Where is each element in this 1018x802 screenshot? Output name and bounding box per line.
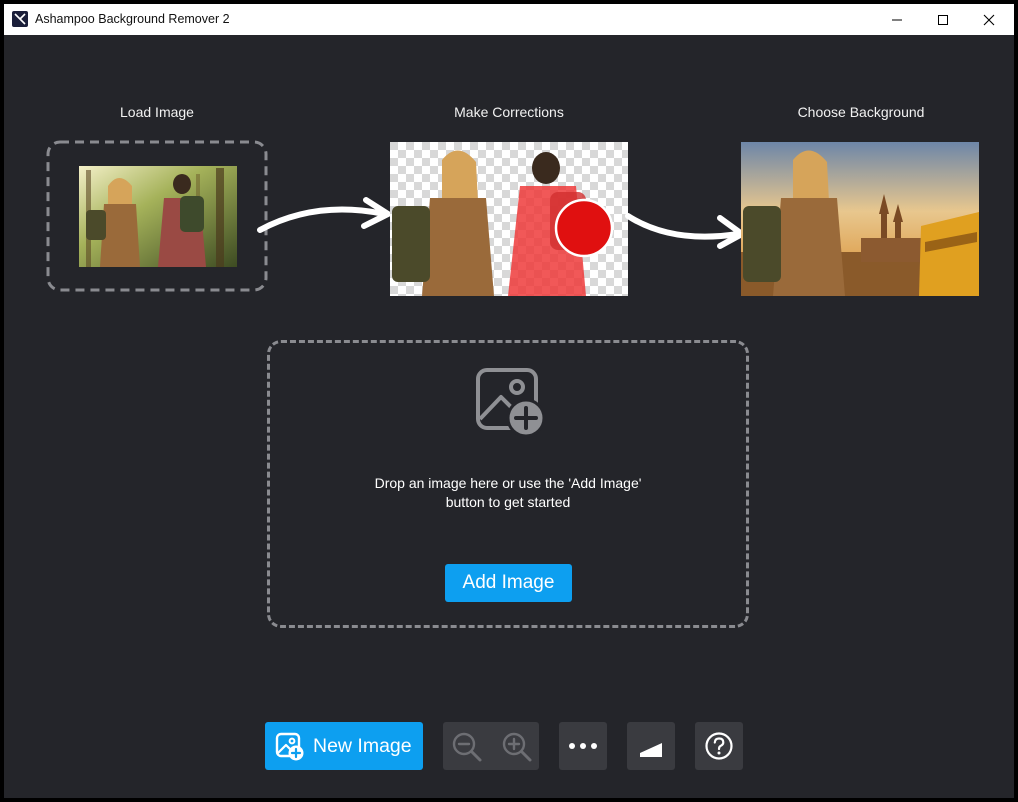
maximize-button[interactable]: [920, 4, 966, 35]
dropzone-text-line-1: Drop an image here or use the 'Add Image…: [374, 475, 642, 491]
help-button[interactable]: [695, 722, 743, 770]
step-label-choose-background: Choose Background: [797, 104, 925, 120]
step-label-load-image: Load Image: [120, 104, 194, 120]
window-title: Ashampoo Background Remover 2: [35, 12, 230, 26]
zoom-controls: [443, 722, 539, 770]
compare-icon: [640, 735, 662, 757]
step-label-make-corrections: Make Corrections: [454, 104, 564, 120]
maximize-icon: [938, 14, 948, 25]
close-icon: [983, 14, 995, 25]
dropzone-text-line-2: button to get started: [445, 494, 571, 510]
close-button[interactable]: [966, 4, 1012, 35]
minimize-icon: [892, 19, 902, 20]
new-image-button[interactable]: New Image: [265, 722, 423, 770]
step-arrow-2: [625, 213, 745, 249]
more-options-button[interactable]: [559, 722, 607, 770]
new-image-label: New Image: [313, 735, 412, 757]
image-add-icon: [476, 368, 546, 438]
image-add-icon: [275, 732, 304, 761]
compare-view-button[interactable]: [627, 722, 675, 770]
make-corrections-illustration: [390, 142, 628, 296]
app-window: Ashampoo Background Remover 2 Load Image…: [4, 4, 1014, 798]
dropzone-instructions: Drop an image here or use the 'Add Image…: [270, 474, 746, 512]
image-drop-zone[interactable]: Drop an image here or use the 'Add Image…: [267, 340, 749, 628]
minimize-button[interactable]: [874, 4, 920, 35]
zoom-in-icon[interactable]: [501, 731, 533, 763]
title-bar: Ashampoo Background Remover 2: [4, 4, 1014, 35]
more-dots-icon: [569, 743, 597, 749]
choose-background-illustration: [741, 142, 979, 296]
app-logo-icon: [12, 11, 28, 27]
load-image-illustration: [46, 140, 268, 292]
zoom-out-icon[interactable]: [451, 731, 483, 763]
step-arrow-1: [257, 197, 391, 233]
add-image-button[interactable]: Add Image: [445, 564, 572, 602]
help-icon: [705, 732, 733, 760]
